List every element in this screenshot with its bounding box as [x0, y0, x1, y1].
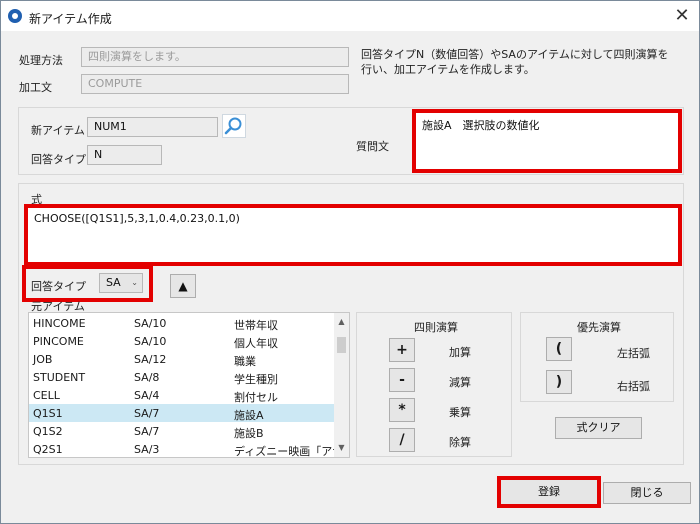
- process-label: 加工文: [19, 81, 52, 94]
- answer-type-field: N: [87, 145, 162, 165]
- description-line-2: 行い、加工アイテムを作成します。: [361, 63, 535, 76]
- move-up-button[interactable]: ▲: [170, 274, 196, 298]
- register-button[interactable]: 登録: [497, 476, 601, 508]
- list-item[interactable]: JOB SA/12 職業: [29, 350, 334, 368]
- right-paren-label: 右括弧: [617, 380, 650, 393]
- divide-button[interactable]: /: [389, 428, 415, 452]
- subtract-button[interactable]: -: [389, 368, 415, 392]
- answer-type-label: 回答タイプ: [31, 153, 86, 166]
- scroll-thumb[interactable]: [337, 337, 346, 353]
- chevron-down-icon: ⌄: [131, 278, 138, 287]
- list-item-desc: 割付セル: [234, 391, 278, 404]
- question-label: 質問文: [356, 140, 389, 153]
- list-item-desc: 施設A: [234, 409, 264, 422]
- list-item-name: Q2S1: [33, 443, 63, 456]
- list-item[interactable]: STUDENT SA/8 学生種別: [29, 368, 334, 386]
- method-field: 四則演算をします。: [81, 47, 349, 67]
- list-item-name: JOB: [33, 353, 53, 366]
- list-item-name: PINCOME: [33, 335, 84, 348]
- list-item[interactable]: CELL SA/4 割付セル: [29, 386, 334, 404]
- filter-answer-type-label: 回答タイプ: [31, 280, 86, 293]
- add-button[interactable]: +: [389, 338, 415, 362]
- new-item-label: 新アイテム: [31, 124, 85, 137]
- answer-type-selected: SA: [106, 276, 121, 289]
- list-item-type: SA/10: [134, 335, 167, 348]
- list-item-type: SA/8: [134, 371, 160, 384]
- priority-title: 優先演算: [577, 321, 621, 334]
- divide-label: 除算: [449, 436, 471, 449]
- left-paren-button[interactable]: (: [546, 337, 572, 361]
- subtract-label: 減算: [449, 376, 471, 389]
- list-item[interactable]: PINCOME SA/10 個人年収: [29, 332, 334, 350]
- list-item-name: Q1S1: [33, 407, 63, 420]
- list-item-desc: 学生種別: [234, 373, 278, 386]
- close-icon[interactable]: ✕: [671, 5, 693, 27]
- title-bar: 新アイテム作成 ✕: [1, 1, 699, 31]
- list-item-type: SA/3: [134, 443, 160, 456]
- list-item-desc: 職業: [234, 355, 256, 368]
- list-item-type: SA/10: [134, 317, 167, 330]
- search-button[interactable]: [222, 114, 246, 138]
- list-item[interactable]: Q1S1 SA/7 施設A: [29, 404, 334, 422]
- question-textarea[interactable]: 施設A 選択肢の数値化: [412, 109, 682, 173]
- search-icon: [224, 117, 242, 135]
- list-item-desc: 施設B: [234, 427, 264, 440]
- list-item-desc: 個人年収: [234, 337, 278, 350]
- list-item-name: STUDENT: [33, 371, 86, 384]
- list-item[interactable]: Q1S2 SA/7 施設B: [29, 422, 334, 440]
- list-item-desc: ディズニー映画「アナと雪: [234, 445, 349, 458]
- list-item-name: CELL: [33, 389, 60, 402]
- scroll-down-icon[interactable]: ▼: [334, 441, 349, 455]
- answer-type-select[interactable]: SA ⌄: [99, 273, 143, 293]
- left-paren-label: 左括弧: [617, 347, 650, 360]
- window-title: 新アイテム作成: [29, 12, 112, 26]
- source-items-list[interactable]: HINCOME SA/10 世帯年収 PINCOME SA/10 個人年収 JOB SA/12…: [28, 312, 350, 458]
- dialog-window: 新アイテム作成 ✕ 処理方法 四則演算をします。 加工文 COMPUTE 回答タ…: [0, 0, 700, 524]
- list-item-name: Q1S2: [33, 425, 63, 438]
- formula-textarea[interactable]: CHOOSE([Q1S1],5,3,1,0.4,0.23,0.1,0): [24, 204, 682, 266]
- arith-title: 四則演算: [414, 321, 458, 334]
- new-item-input[interactable]: NUM1: [87, 117, 218, 137]
- multiply-button[interactable]: *: [389, 398, 415, 422]
- add-label: 加算: [449, 346, 471, 359]
- description-line-1: 回答タイプN（数値回答）やSAのアイテムに対して四則演算を: [361, 48, 669, 61]
- process-field: COMPUTE: [81, 74, 349, 94]
- right-paren-button[interactable]: ): [546, 370, 572, 394]
- formula-label: 式: [31, 193, 42, 206]
- list-item[interactable]: Q2S1 SA/3 ディズニー映画「アナと雪: [29, 440, 349, 457]
- list-item-type: SA/7: [134, 407, 160, 420]
- list-item-type: SA/12: [134, 353, 167, 366]
- scroll-up-icon[interactable]: ▲: [334, 315, 349, 329]
- list-item-desc: 世帯年収: [234, 319, 278, 332]
- list-scrollbar[interactable]: ▲ ▼: [334, 313, 349, 457]
- app-icon: [8, 9, 22, 23]
- list-item-name: HINCOME: [33, 317, 86, 330]
- clear-formula-button[interactable]: 式クリア: [555, 417, 642, 439]
- list-item[interactable]: HINCOME SA/10 世帯年収: [29, 314, 334, 332]
- list-item-type: SA/4: [134, 389, 160, 402]
- multiply-label: 乗算: [449, 406, 471, 419]
- list-item-type: SA/7: [134, 425, 160, 438]
- method-label: 処理方法: [19, 54, 63, 67]
- close-button[interactable]: 閉じる: [603, 482, 691, 504]
